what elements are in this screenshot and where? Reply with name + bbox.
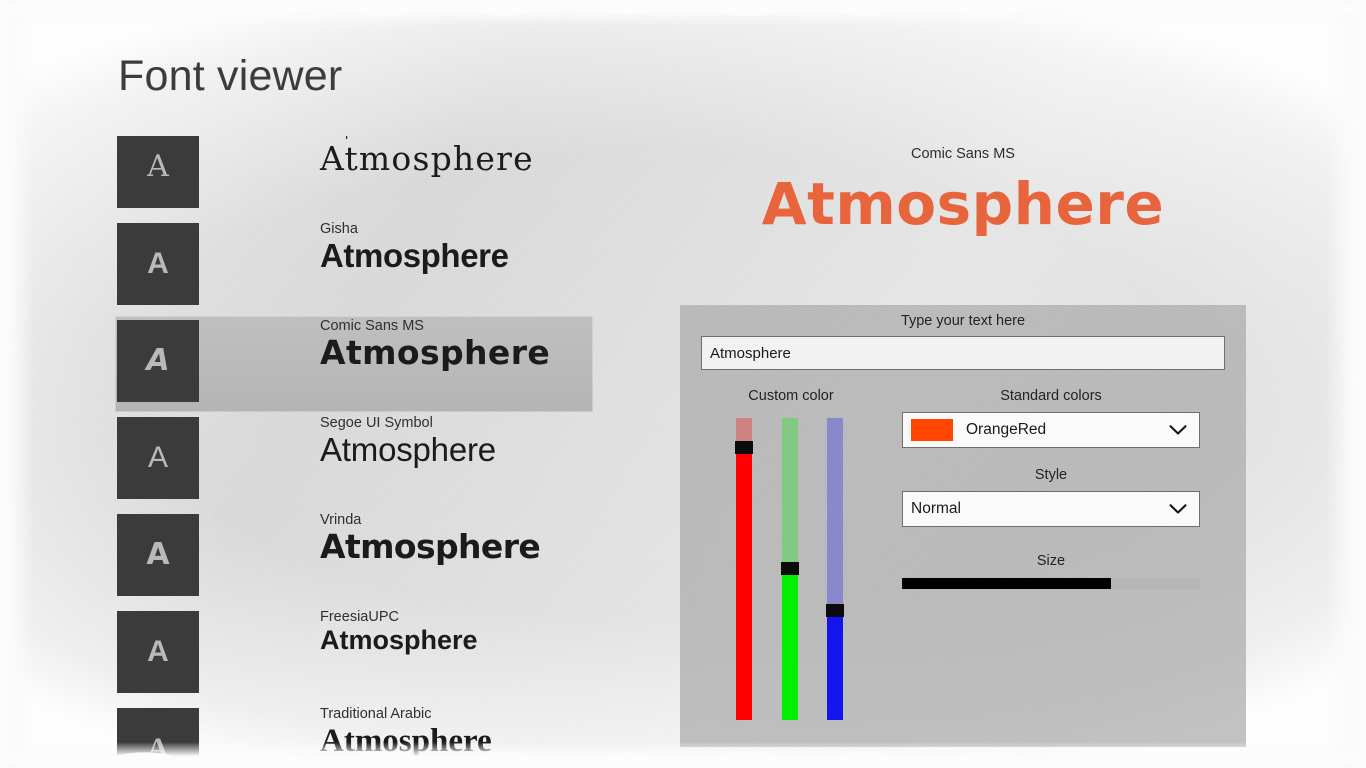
font-tile-letter: A (147, 247, 169, 280)
font-tile: A (117, 611, 199, 693)
font-sample-text: Atmosphere (320, 333, 551, 372)
chevron-down-icon[interactable] (1169, 425, 1187, 436)
slider-blue-thumb[interactable] (826, 604, 844, 617)
slider-red-thumb[interactable] (735, 441, 753, 454)
settings-columns: Custom color Standard colors OrangeRed S… (680, 388, 1246, 720)
preview-area: Comic Sans MS Atmosphere (680, 140, 1246, 290)
font-sample-text: Atmosphere (320, 139, 534, 178)
standard-colors-value: OrangeRed (966, 421, 1047, 438)
size-section: Size (902, 553, 1200, 589)
font-tile: A (117, 136, 199, 208)
font-list[interactable]: ASimplified Arabic FixedAtmosphereAGisha… (115, 136, 593, 768)
font-tile: A (117, 417, 199, 499)
font-sample-text: Atmosphere (320, 625, 478, 655)
standard-colors-label: Standard colors (1000, 388, 1102, 404)
slider-blue-fill (827, 611, 843, 720)
font-tile: A (117, 708, 199, 768)
slider-green-thumb[interactable] (781, 562, 799, 575)
font-list-item[interactable]: A Vrinda Atmosphere (115, 510, 593, 606)
font-list-item[interactable]: A FreesiaUPC Atmosphere (115, 607, 593, 703)
app-root: Font viewer ASimplified Arabic FixedAtmo… (0, 0, 1366, 768)
font-sample-text: Atmosphere (320, 723, 492, 759)
custom-color-label: Custom color (748, 388, 834, 404)
font-tile-letter: A (146, 343, 170, 378)
style-label: Style (1034, 467, 1068, 483)
chevron-down-icon[interactable] (1169, 504, 1187, 515)
font-sample-text: Atmosphere (320, 527, 541, 566)
font-name-label: Comic Sans MS (320, 318, 424, 334)
font-name-label: Traditional Arabic (320, 706, 432, 722)
font-tile-letter: A (147, 149, 169, 184)
slider-red-fill (736, 448, 752, 720)
font-list-item[interactable]: A Segoe UI Symbol Atmosphere (115, 413, 593, 509)
slider-green[interactable] (781, 418, 799, 720)
size-slider[interactable] (902, 578, 1200, 589)
font-sample-text: Atmosphere (320, 431, 496, 468)
font-tile: A (117, 223, 199, 305)
color-style-size-section: Standard colors OrangeRed Style Normal S… (902, 388, 1246, 720)
font-list-item[interactable]: A Traditional Arabic Atmosphere (115, 704, 593, 768)
slider-green-fill (782, 569, 798, 720)
font-list-item[interactable]: A Comic Sans MS Atmosphere (115, 316, 593, 412)
font-tile-letter: A (147, 635, 169, 668)
font-name-label: Segoe UI Symbol (320, 415, 433, 431)
custom-color-section: Custom color (680, 388, 902, 720)
preview-text: Atmosphere (761, 170, 1165, 238)
settings-panel: Type your text here Custom color (680, 305, 1246, 747)
font-sample-text: Atmosphere (320, 237, 509, 274)
size-label: Size (1036, 553, 1066, 569)
paper-tear-top-icon (0, 4, 1366, 16)
slider-red[interactable] (735, 418, 753, 720)
font-tile-letter: A (147, 732, 169, 765)
font-tile: A (117, 514, 199, 596)
font-tile-letter: A (146, 537, 170, 572)
font-name-label: Vrinda (320, 512, 362, 528)
size-slider-fill (902, 578, 1111, 589)
color-swatch (911, 419, 953, 441)
style-value: Normal (911, 500, 961, 517)
font-tile-letter: A (147, 441, 168, 474)
font-list-item[interactable]: A Gisha Atmosphere (115, 219, 593, 315)
text-input[interactable] (701, 336, 1225, 370)
font-list-item[interactable]: ASimplified Arabic FixedAtmosphere (115, 136, 593, 218)
paper-edge-right (1326, 0, 1366, 768)
page-title: Font viewer (118, 52, 343, 100)
preview-font-name: Comic Sans MS (911, 146, 1015, 162)
slider-blue[interactable] (826, 418, 844, 720)
paper-edge-left (0, 0, 34, 768)
paper-edge-top (0, 0, 1366, 26)
text-input-label: Type your text here (900, 313, 1026, 329)
style-select[interactable]: Normal (902, 491, 1200, 527)
rgb-sliders[interactable] (716, 418, 866, 720)
standard-colors-select[interactable]: OrangeRed (902, 412, 1200, 448)
font-tile: A (117, 320, 199, 402)
font-name-label: Gisha (320, 221, 358, 237)
font-name-label: FreesiaUPC (320, 609, 399, 625)
